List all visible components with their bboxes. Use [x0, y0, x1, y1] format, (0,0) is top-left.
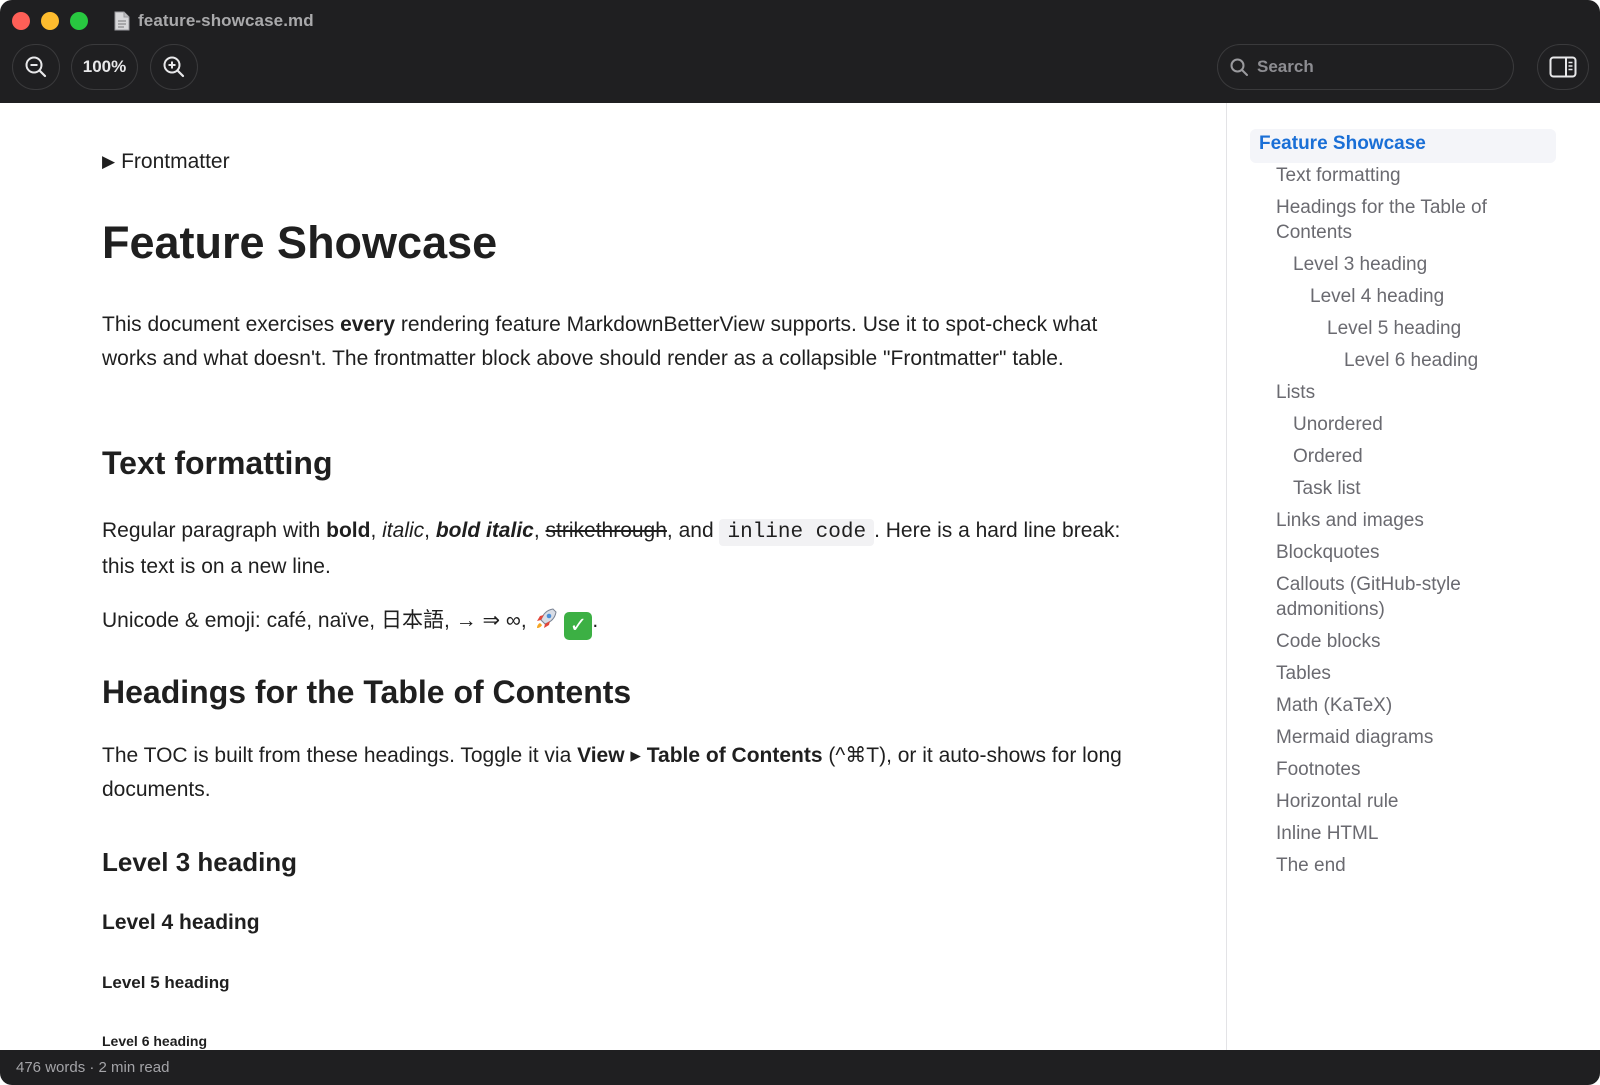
- bold-italic-text: bold italic: [435, 519, 534, 542]
- frontmatter-disclosure[interactable]: ▶ Frontmatter: [102, 150, 230, 174]
- toc-item-unordered[interactable]: Unordered: [1293, 414, 1383, 436]
- unicode-paragraph: Unicode & emoji: café, naïve, 日本語, → ⇒ ∞…: [102, 604, 1142, 640]
- formatting-paragraph: Regular paragraph with bold, italic, bol…: [102, 514, 1142, 584]
- separator: ,: [424, 519, 436, 542]
- toc-item-horizontal-rule[interactable]: Horizontal rule: [1276, 791, 1399, 813]
- disclosure-triangle-icon: ▶: [102, 152, 116, 171]
- unicode-text: Unicode & emoji: café, naïve, 日本語, → ⇒ ∞…: [102, 609, 533, 632]
- heading-level-5: Level 5 heading: [102, 973, 230, 992]
- intro-text: This document exercises: [102, 313, 341, 336]
- toc-item-callouts-cont[interactable]: admonitions): [1276, 599, 1385, 621]
- toc-item-level-4[interactable]: Level 4 heading: [1310, 286, 1444, 308]
- minimize-window-button[interactable]: [41, 12, 59, 30]
- toc-item-callouts[interactable]: Callouts (GitHub-style: [1276, 574, 1461, 596]
- toc-item-level-6[interactable]: Level 6 heading: [1344, 350, 1478, 372]
- toc-item-ordered[interactable]: Ordered: [1293, 446, 1363, 468]
- menu-path-bold: View ▸ Table of Contents: [577, 744, 823, 767]
- toc-item-lists[interactable]: Lists: [1276, 382, 1315, 404]
- word-count: 476 words · 2 min read: [16, 1059, 170, 1076]
- heading-toc: Headings for the Table of Contents: [102, 674, 632, 710]
- toc-item-task-list[interactable]: Task list: [1293, 478, 1361, 500]
- heading-text-formatting: Text formatting: [102, 445, 333, 481]
- formatting-text: , and: [666, 519, 720, 542]
- document-icon: [114, 11, 130, 31]
- check-mark-icon: ✓: [564, 612, 593, 640]
- toggle-toc-button[interactable]: [1537, 44, 1589, 90]
- heading-level-4: Level 4 heading: [102, 911, 260, 934]
- search-field[interactable]: [1217, 44, 1514, 90]
- search-input[interactable]: [1255, 56, 1499, 78]
- toc-item-headings-cont[interactable]: Contents: [1276, 222, 1352, 244]
- heading-level-3: Level 3 heading: [102, 847, 298, 877]
- intro-bold: every: [340, 313, 395, 336]
- toc-item-blockquotes[interactable]: Blockquotes: [1276, 542, 1380, 564]
- toc-item-text-formatting[interactable]: Text formatting: [1276, 165, 1401, 187]
- bold-text: bold: [326, 519, 371, 542]
- toc-item-inline-html[interactable]: Inline HTML: [1276, 823, 1378, 845]
- window-title: feature-showcase.md: [138, 11, 314, 30]
- toc-item-the-end[interactable]: The end: [1276, 855, 1346, 877]
- toc-item-math[interactable]: Math (KaTeX): [1276, 695, 1392, 717]
- toc-item-footnotes[interactable]: Footnotes: [1276, 759, 1361, 781]
- document-view[interactable]: ▶ Frontmatter Feature Showcase This docu…: [0, 103, 1226, 1050]
- inline-code: inline code: [719, 519, 875, 546]
- rocket-icon: [533, 606, 559, 632]
- toc-item-tables[interactable]: Tables: [1276, 663, 1331, 685]
- formatting-text: Regular paragraph with: [102, 519, 327, 542]
- zoom-out-icon: [25, 56, 47, 78]
- window-controls: [12, 12, 88, 30]
- toc-text: The TOC is built from these headings. To…: [102, 744, 578, 767]
- status-bar: 476 words · 2 min read: [0, 1050, 1600, 1085]
- toolbar: feature-showcase.md 100%: [0, 0, 1600, 103]
- zoom-in-icon: [163, 56, 185, 78]
- close-window-button[interactable]: [12, 12, 30, 30]
- heading-level-6: Level 6 heading: [102, 1033, 208, 1049]
- toc-item-feature-showcase[interactable]: Feature Showcase: [1259, 133, 1426, 155]
- italic-text: italic: [382, 519, 425, 542]
- toc-item-level-5[interactable]: Level 5 heading: [1327, 318, 1461, 340]
- search-icon: [1230, 58, 1248, 76]
- zoom-in-button[interactable]: [150, 44, 198, 90]
- toc-item-links-images[interactable]: Links and images: [1276, 510, 1424, 532]
- document-title: Feature Showcase: [102, 217, 498, 268]
- sidebar-toggle-icon: [1549, 56, 1577, 78]
- toc-sidebar: Feature Showcase Text formatting Heading…: [1226, 103, 1600, 1050]
- app-window: feature-showcase.md 100% Search ▶ Frontm…: [0, 0, 1600, 1085]
- frontmatter-label: Frontmatter: [121, 150, 230, 173]
- separator: ,: [533, 519, 546, 542]
- toc-paragraph: The TOC is built from these headings. To…: [102, 739, 1142, 807]
- zoom-window-button[interactable]: [70, 12, 88, 30]
- zoom-level-button[interactable]: 100%: [71, 44, 138, 90]
- toc-item-mermaid[interactable]: Mermaid diagrams: [1276, 727, 1433, 749]
- separator: ,: [370, 519, 383, 542]
- unicode-end: .: [592, 609, 599, 632]
- toc-item-code-blocks[interactable]: Code blocks: [1276, 631, 1381, 653]
- strikethrough-text: strikethrough: [545, 519, 667, 542]
- intro-paragraph: This document exercises every rendering …: [102, 308, 1142, 376]
- zoom-out-button[interactable]: [12, 44, 60, 90]
- toc-item-level-3[interactable]: Level 3 heading: [1293, 254, 1427, 276]
- toc-item-headings[interactable]: Headings for the Table of: [1276, 197, 1487, 219]
